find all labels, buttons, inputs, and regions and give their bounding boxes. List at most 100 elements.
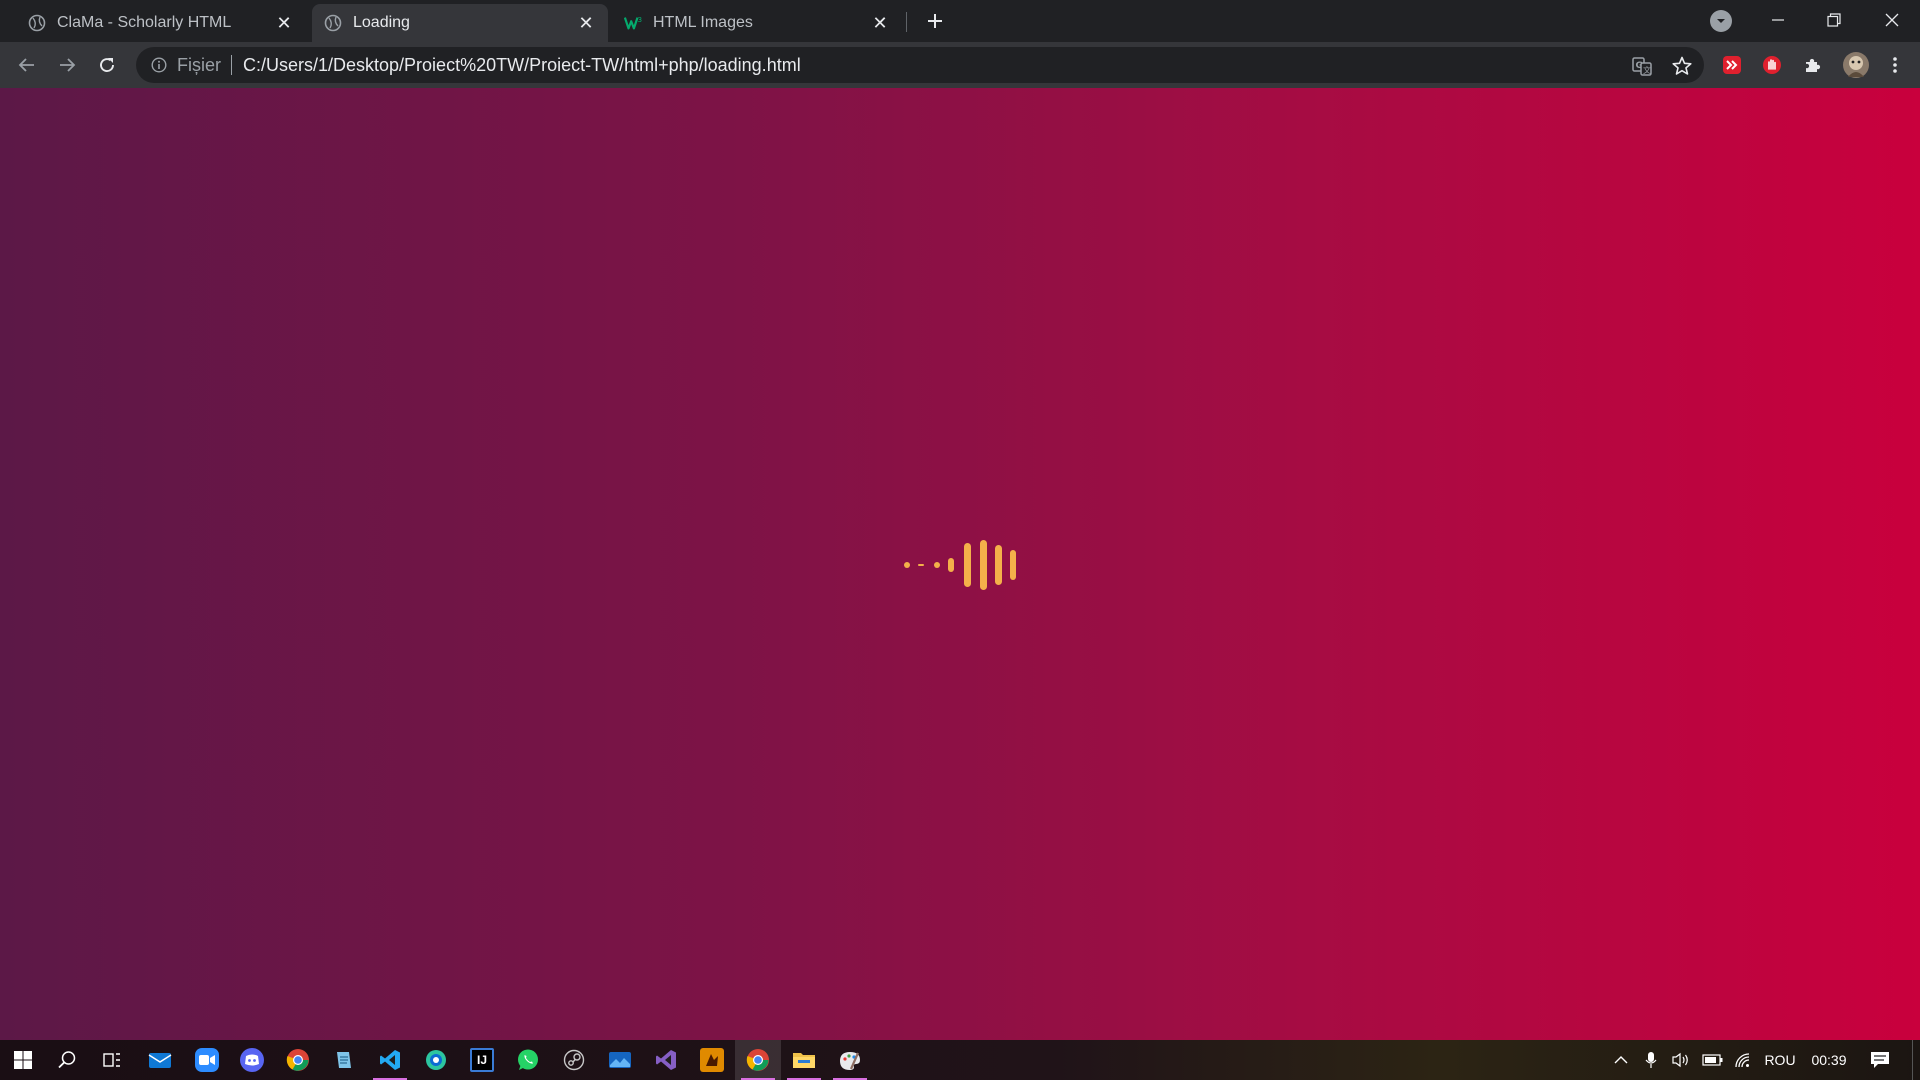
chrome-icon bbox=[286, 1049, 309, 1071]
vscode-icon bbox=[380, 1050, 400, 1070]
extension-red-arrows-icon[interactable] bbox=[1721, 54, 1743, 76]
steam-app[interactable] bbox=[551, 1040, 597, 1080]
wifi-icon[interactable] bbox=[1730, 1040, 1756, 1080]
forward-button[interactable] bbox=[52, 50, 82, 80]
extension-red-hand-icon[interactable] bbox=[1761, 54, 1783, 76]
restore-icon bbox=[1827, 13, 1841, 27]
start-icon bbox=[14, 1051, 32, 1069]
arrow-right-icon bbox=[60, 58, 76, 72]
translate-icon[interactable]: G文 bbox=[1630, 54, 1654, 78]
minimize-button[interactable] bbox=[1750, 0, 1806, 40]
language-indicator[interactable]: ROU bbox=[1760, 1040, 1800, 1080]
battery-icon[interactable] bbox=[1700, 1040, 1726, 1080]
restore-button[interactable] bbox=[1806, 0, 1862, 40]
edge-app[interactable] bbox=[413, 1040, 459, 1080]
loader-bar bbox=[980, 540, 987, 590]
address-bar[interactable]: Fișier C:/Users/1/Desktop/Proiect%20TW/P… bbox=[136, 47, 1704, 83]
tab-html-images[interactable]: 3 HTML Images ✕ bbox=[612, 4, 902, 42]
notepad-icon bbox=[337, 1052, 351, 1068]
paint-app[interactable] bbox=[827, 1040, 873, 1080]
reload-icon bbox=[100, 58, 114, 72]
task-view-icon bbox=[103, 1053, 120, 1067]
clock[interactable]: 00:39 bbox=[1804, 1040, 1854, 1080]
zoom-app[interactable] bbox=[184, 1040, 230, 1080]
w3schools-icon: 3 bbox=[624, 14, 642, 32]
plus-icon bbox=[928, 14, 942, 28]
chrome-active-app[interactable] bbox=[735, 1040, 781, 1080]
intellij-icon: IJ bbox=[470, 1048, 494, 1072]
svg-text:3: 3 bbox=[638, 15, 643, 24]
bookmark-star-icon[interactable] bbox=[1670, 54, 1694, 78]
close-tab-icon[interactable]: ✕ bbox=[274, 13, 294, 33]
whatsapp-app[interactable] bbox=[505, 1040, 551, 1080]
chrome-app[interactable] bbox=[275, 1040, 321, 1080]
volume-icon[interactable] bbox=[1668, 1040, 1694, 1080]
intellij-app[interactable]: IJ bbox=[459, 1040, 505, 1080]
loader-dot bbox=[904, 562, 910, 568]
loader-bar bbox=[995, 545, 1002, 585]
tab-title: HTML Images bbox=[653, 14, 753, 31]
photos-app[interactable] bbox=[597, 1040, 643, 1080]
new-tab-button[interactable] bbox=[922, 8, 948, 34]
start-button[interactable] bbox=[0, 1040, 46, 1080]
close-window-button[interactable] bbox=[1864, 0, 1920, 40]
whatsapp-icon bbox=[518, 1049, 538, 1070]
photos-icon bbox=[609, 1052, 631, 1068]
chevron-down-icon bbox=[1717, 19, 1725, 23]
globe-icon bbox=[324, 14, 342, 32]
discord-icon bbox=[240, 1048, 264, 1072]
tab-loading[interactable]: Loading ✕ bbox=[312, 4, 608, 42]
search-icon bbox=[58, 1051, 76, 1069]
globe-icon bbox=[28, 14, 46, 32]
visual-studio-app[interactable] bbox=[643, 1040, 689, 1080]
audio-bars-loader-icon bbox=[900, 540, 1020, 590]
close-icon bbox=[1885, 13, 1899, 27]
tab-strip: ClaMa - Scholarly HTML ✕ Loading ✕ 3 HTM… bbox=[0, 0, 1920, 42]
notification-icon bbox=[1871, 1052, 1889, 1068]
vscode-app[interactable] bbox=[367, 1040, 413, 1080]
close-tab-icon[interactable]: ✕ bbox=[870, 13, 890, 33]
loader-bar bbox=[1010, 550, 1016, 580]
steam-icon bbox=[563, 1049, 585, 1071]
show-hidden-icons-button[interactable] bbox=[1608, 1040, 1634, 1080]
puzzle-icon[interactable] bbox=[1802, 54, 1824, 76]
close-tab-icon[interactable]: ✕ bbox=[576, 13, 596, 33]
action-center-button[interactable] bbox=[1862, 1040, 1898, 1080]
edge-icon bbox=[426, 1050, 446, 1070]
loader-dot bbox=[934, 562, 940, 568]
file-explorer-app[interactable] bbox=[781, 1040, 827, 1080]
tab-clama-scholarly[interactable]: ClaMa - Scholarly HTML ✕ bbox=[16, 4, 306, 42]
notepad-app[interactable] bbox=[321, 1040, 367, 1080]
arrow-left-icon bbox=[18, 58, 34, 72]
security-chip[interactable]: Fișier bbox=[177, 55, 221, 76]
chrome-active-icon bbox=[746, 1049, 769, 1071]
menu-dots-icon[interactable] bbox=[1884, 54, 1906, 76]
paint-icon bbox=[840, 1052, 860, 1070]
tab-separator bbox=[906, 12, 907, 32]
back-button[interactable] bbox=[12, 50, 42, 80]
info-icon[interactable] bbox=[150, 56, 168, 74]
zoom-icon bbox=[195, 1048, 219, 1072]
visual-studio-icon bbox=[656, 1050, 676, 1070]
chip-divider bbox=[231, 55, 232, 75]
game-icon bbox=[700, 1048, 724, 1072]
svg-text:文: 文 bbox=[1643, 65, 1651, 75]
show-desktop-button[interactable] bbox=[1912, 1040, 1920, 1080]
game-app[interactable] bbox=[689, 1040, 735, 1080]
tab-search-button[interactable] bbox=[1710, 10, 1732, 32]
minimize-icon bbox=[1772, 19, 1784, 21]
mail-icon bbox=[148, 1053, 172, 1068]
microphone-icon[interactable] bbox=[1638, 1040, 1664, 1080]
discord-app[interactable] bbox=[229, 1040, 275, 1080]
tab-title: ClaMa - Scholarly HTML bbox=[57, 14, 232, 31]
browser-toolbar: Fișier C:/Users/1/Desktop/Proiect%20TW/P… bbox=[0, 42, 1920, 88]
file-explorer-icon bbox=[793, 1053, 815, 1068]
profile-avatar-icon[interactable] bbox=[1842, 51, 1870, 79]
url-text[interactable]: C:/Users/1/Desktop/Proiect%20TW/Proiect-… bbox=[243, 55, 801, 76]
chevron-up-icon bbox=[1614, 1056, 1628, 1064]
reload-button[interactable] bbox=[92, 50, 122, 80]
page-viewport bbox=[0, 88, 1920, 1040]
search-button[interactable] bbox=[44, 1040, 90, 1080]
task-view-button[interactable] bbox=[89, 1040, 135, 1080]
mail-app[interactable] bbox=[137, 1040, 183, 1080]
